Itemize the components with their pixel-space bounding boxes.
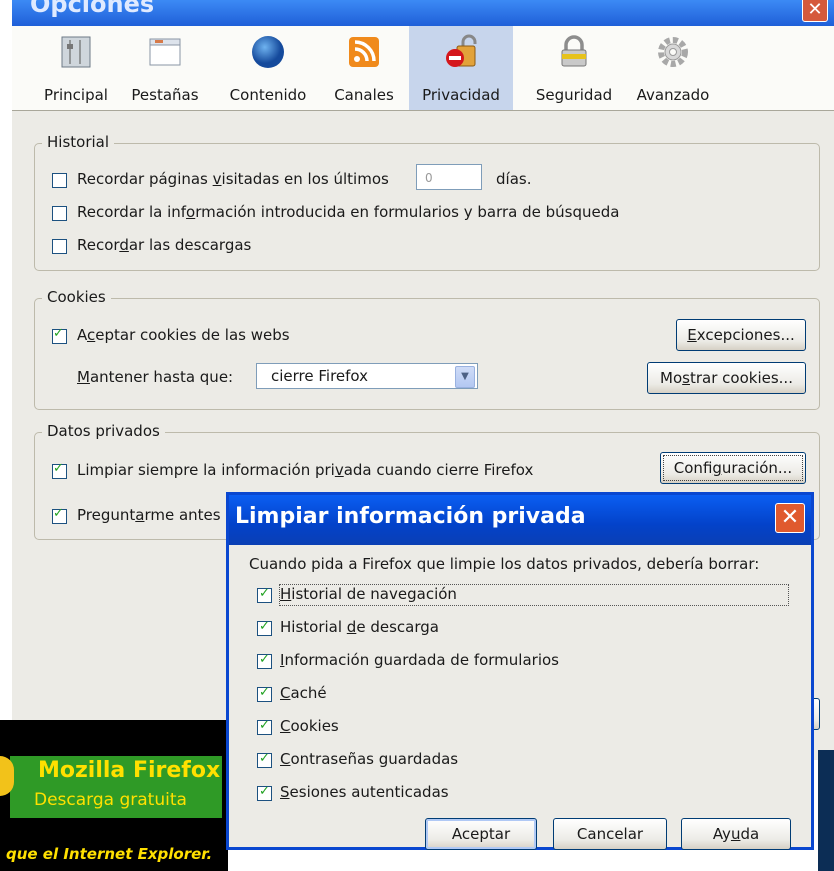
tab-avanzado[interactable]: Avanzado <box>628 26 718 110</box>
ad-subtitle: Descarga gratuita <box>34 790 187 810</box>
preferences-toolbar: Principal Pestañas Contenido Canales Pri… <box>12 26 834 111</box>
remember-downloads-checkbox[interactable] <box>52 239 67 254</box>
clear-private-data-dialog: Limpiar información privada ✕ Cuando pid… <box>226 492 814 850</box>
ad-tagline: que el Internet Explorer. <box>6 845 213 863</box>
remember-downloads-label: Recordar las descargas <box>77 236 252 254</box>
remember-forms-label: Recordar la información introducida en f… <box>77 203 620 221</box>
saved-passwords-label: Contraseñas guardadas <box>280 750 459 768</box>
tab-seguridad[interactable]: Seguridad <box>524 26 624 110</box>
chevron-down-icon[interactable]: ▼ <box>455 366 475 388</box>
accept-cookies-label: Aceptar cookies de las webs <box>77 326 290 344</box>
cache-label: Caché <box>280 684 327 702</box>
keep-until-label: Mantener hasta que: <box>77 368 234 386</box>
tab-label: Pestañas <box>131 86 199 104</box>
tab-contenido[interactable]: Contenido <box>220 26 316 110</box>
remember-forms-checkbox[interactable] <box>52 206 67 221</box>
days-unit-label: días. <box>496 170 532 188</box>
authenticated-sessions-checkbox[interactable] <box>257 784 272 801</box>
tab-label: Seguridad <box>535 86 613 104</box>
tab-label: Avanzado <box>636 86 710 104</box>
tab-label: Canales <box>334 86 394 104</box>
browsing-history-checkbox[interactable] <box>257 586 272 603</box>
show-cookies-button[interactable]: Mostrar cookies... <box>647 362 806 394</box>
days-input[interactable]: 0 <box>416 164 482 190</box>
padlock-icon <box>561 35 587 67</box>
exceptions-button[interactable]: Excepciones... <box>676 319 806 351</box>
tab-canales[interactable]: Canales <box>324 26 404 110</box>
tab-label: Contenido <box>229 86 307 104</box>
cookies-checkbox[interactable] <box>257 718 272 735</box>
private-data-legend: Datos privados <box>42 422 165 440</box>
cookies-label: Cookies <box>280 717 339 735</box>
background-image-strip <box>818 750 834 871</box>
switch-icon <box>61 36 91 68</box>
tab-label: Principal <box>44 86 108 104</box>
help-button[interactable]: Ayuda <box>681 818 791 850</box>
ask-before-label: Preguntarme antes <box>77 506 221 524</box>
keep-until-value: cierre Firefox <box>271 367 369 385</box>
keep-until-select[interactable]: cierre Firefox ▼ <box>256 363 478 389</box>
download-history-checkbox[interactable] <box>257 619 272 636</box>
tab-privacidad[interactable]: Privacidad <box>409 26 513 110</box>
cookies-legend: Cookies <box>42 288 111 306</box>
gear-icon <box>658 37 688 67</box>
download-history-label: Historial de descarga <box>280 618 439 636</box>
tab-label: Privacidad <box>422 86 500 104</box>
accept-button[interactable]: Aceptar <box>425 818 537 850</box>
ad-title: Mozilla Firefox <box>38 758 221 783</box>
dialog-intro: Cuando pida a Firefox que limpie los dat… <box>249 555 760 573</box>
remember-visited-label: Recordar páginas visitadas en los último… <box>77 170 389 188</box>
remember-visited-checkbox[interactable] <box>52 173 67 188</box>
tab-principal[interactable]: Principal <box>34 26 118 110</box>
tab-pestanas[interactable]: Pestañas <box>124 26 206 110</box>
window-titlebar: Opciones ✕ <box>12 0 834 26</box>
check-mark-icon <box>52 326 65 342</box>
authenticated-sessions-label: Sesiones autenticadas <box>280 783 449 801</box>
privacy-lock-icon <box>446 34 477 67</box>
window-close-button[interactable]: ✕ <box>802 0 828 22</box>
globe-icon <box>252 36 284 68</box>
browsing-history-label: Historial de navegación <box>279 584 789 606</box>
window-title: Opciones <box>30 0 155 18</box>
cache-checkbox[interactable] <box>257 685 272 702</box>
dialog-title: Limpiar información privada <box>235 504 586 529</box>
check-mark-icon <box>52 506 65 522</box>
history-legend: Historial <box>42 133 115 151</box>
always-clear-label: Limpiar siempre la información privada c… <box>77 461 534 479</box>
form-data-label: Información guardada de formularios <box>280 651 559 669</box>
check-mark-icon <box>52 461 65 477</box>
settings-button[interactable]: Configuración... <box>660 452 806 484</box>
tabs-window-icon <box>149 38 181 66</box>
dialog-close-button[interactable]: ✕ <box>775 503 805 533</box>
saved-passwords-checkbox[interactable] <box>257 751 272 768</box>
dialog-titlebar: Limpiar información privada ✕ <box>229 495 811 545</box>
rss-feed-icon <box>349 37 379 67</box>
form-data-checkbox[interactable] <box>257 652 272 669</box>
cancel-button[interactable]: Cancelar <box>553 818 667 850</box>
